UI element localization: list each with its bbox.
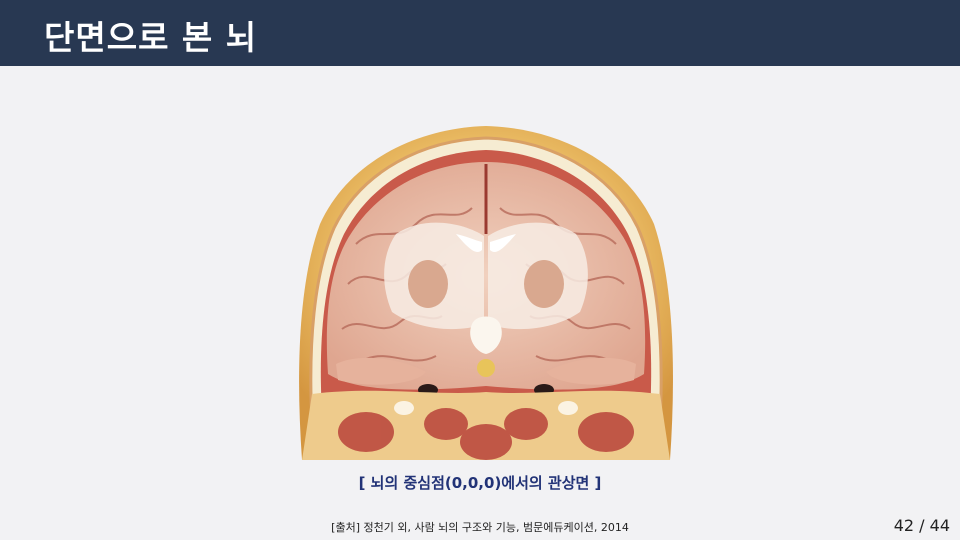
brain-coronal-section-image bbox=[296, 124, 676, 460]
slide-title: 단면으로 본 뇌 bbox=[44, 18, 258, 57]
figure-caption: [ 뇌의 중심점(0,0,0)에서의 관상면 ] bbox=[358, 474, 602, 492]
source-citation: [출처] 정천기 외, 사람 뇌의 구조와 기능, 범문에듀케이션, 2014 bbox=[331, 521, 629, 534]
slide-header: 단면으로 본 뇌 bbox=[0, 0, 960, 66]
brain-coronal-section-icon bbox=[299, 126, 673, 460]
page-number: 42 / 44 bbox=[893, 516, 950, 535]
